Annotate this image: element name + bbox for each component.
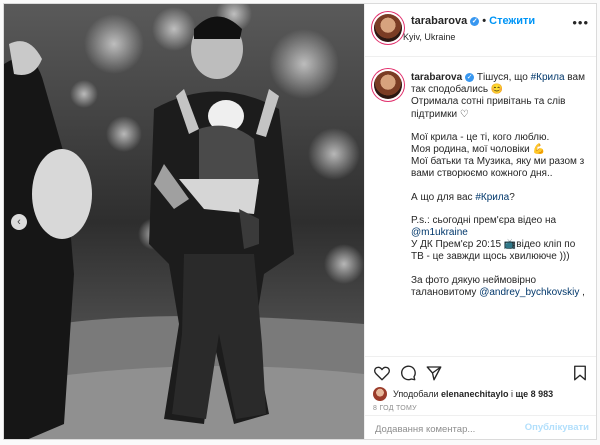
caption-text: Мої крила - це ті, кого люблю. (411, 131, 550, 143)
post-header: tarabarova ✓ • Стежити Kyiv, Ukraine ••• (365, 4, 596, 57)
likes-text: Уподобали elenanechitaylo і ще 8 983 (393, 389, 553, 399)
likes-middle: і (508, 389, 516, 399)
post-location[interactable]: Kyiv, Ukraine (403, 32, 455, 42)
comment-icon[interactable] (399, 364, 417, 382)
caption-text: Мої батьки та Музика, яку ми разом з вам… (411, 156, 585, 180)
post-sidebar: tarabarova ✓ • Стежити Kyiv, Ukraine ••• ta… (364, 4, 596, 439)
bookmark-icon[interactable] (571, 364, 589, 382)
mention-link[interactable]: @andrey_bychkovskiy (479, 287, 579, 298)
post-photo[interactable]: ‹ (4, 4, 364, 439)
caption-verified-icon: ✓ (465, 73, 475, 82)
caption-text: А що для вас (411, 191, 476, 203)
previous-photo-button[interactable]: ‹ (11, 214, 27, 230)
liker-username[interactable]: elenanechitaylo (441, 389, 509, 399)
liker-avatar[interactable] (373, 387, 387, 401)
caption-author-avatar[interactable] (374, 71, 402, 99)
heart-icon[interactable] (373, 364, 391, 382)
caption-text: P.s.: сьогодні прем'єра відео на (411, 214, 557, 226)
hashtag-link[interactable]: #Крила (475, 192, 509, 203)
caption-username[interactable]: tarabarova (411, 72, 462, 83)
author-line: tarabarova ✓ • Стежити (411, 15, 535, 27)
author-avatar[interactable] (374, 14, 402, 42)
hashtag-link[interactable]: #Крила (531, 72, 565, 83)
likes-summary: Уподобали elenanechitaylo і ще 8 983 (365, 386, 596, 404)
verified-badge-icon: ✓ (470, 17, 480, 26)
share-icon[interactable] (425, 364, 443, 382)
photo-image (4, 4, 364, 439)
post-actions (365, 356, 596, 387)
post-dialog: ‹ tarabarova ✓ • Стежити Kyiv, Ukraine ••• … (3, 3, 597, 440)
author-username[interactable]: tarabarova (411, 15, 467, 27)
follow-button[interactable]: Стежити (489, 15, 535, 27)
caption-text: У ДК Прем'єр 20:15 📺відео кліп по ТВ - ц… (411, 239, 576, 263)
caption-text: Отримала сотні привітань та слів підтрим… (411, 96, 566, 120)
likes-count[interactable]: ще 8 983 (516, 389, 554, 399)
caption-text: ? (509, 191, 515, 203)
likes-prefix: Уподобали (393, 389, 441, 399)
comment-input[interactable] (373, 419, 527, 439)
comment-bar: Опублікувати (365, 415, 596, 439)
separator-dot: • (482, 15, 487, 27)
post-time[interactable]: 8 ГОД ТОМУ (373, 405, 417, 412)
caption-text: , (579, 286, 585, 298)
publish-button[interactable]: Опублікувати (525, 422, 589, 433)
caption-area: tarabarova ✓ Тішуся, що #Крила вам так сп… (365, 59, 596, 356)
caption-text: Моя родина, мої чоловіки 💪 (411, 144, 545, 156)
caption-text: Тішуся, що (476, 72, 531, 83)
post-caption: tarabarova ✓ Тішуся, що #Крила вам так сп… (411, 72, 587, 299)
more-options-icon[interactable]: ••• (572, 15, 589, 30)
mention-link[interactable]: @m1ukraine (411, 227, 468, 238)
